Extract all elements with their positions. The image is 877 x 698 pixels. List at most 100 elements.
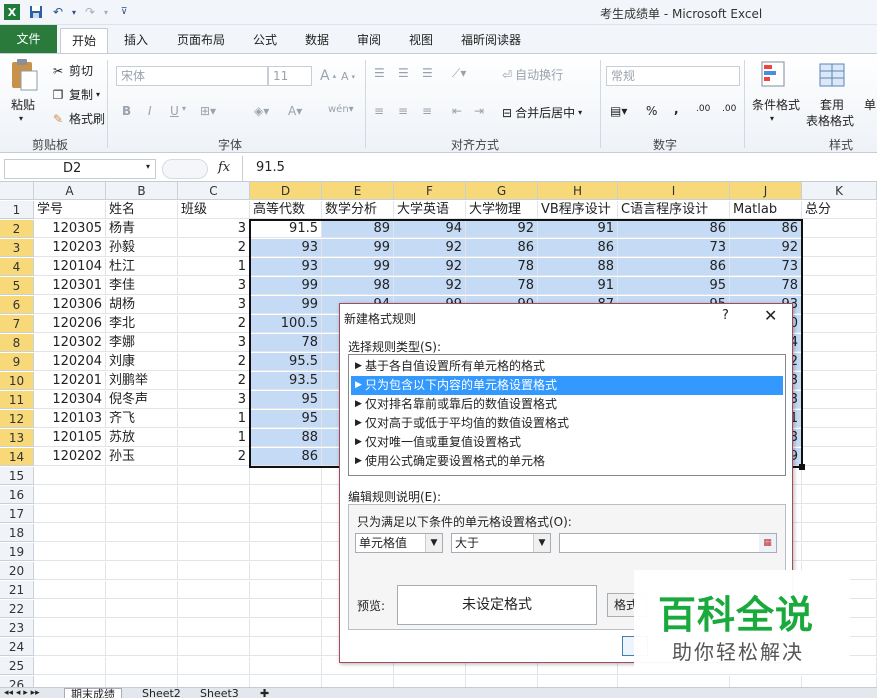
name-box[interactable]: D2	[4, 159, 156, 179]
undo-dropdown-icon[interactable]: ▾	[66, 4, 82, 20]
data-cell[interactable]	[802, 220, 877, 238]
align-center-icon[interactable]: ≡	[398, 104, 408, 118]
data-cell[interactable]: 120302	[34, 334, 106, 352]
row-header[interactable]: 18	[0, 524, 34, 542]
row-header[interactable]: 6	[0, 296, 34, 314]
data-cell[interactable]: 120206	[34, 315, 106, 333]
data-cell[interactable]	[802, 239, 877, 257]
row-header[interactable]: 22	[0, 600, 34, 618]
grid-cell[interactable]	[106, 562, 178, 580]
range-picker-icon[interactable]: ▦	[759, 534, 776, 552]
data-cell[interactable]: 2	[178, 315, 250, 333]
data-cell[interactable]: 120301	[34, 277, 106, 295]
data-cell[interactable]: 120304	[34, 391, 106, 409]
rule-type-item[interactable]: ▶ 只为包含以下内容的单元格设置格式	[351, 376, 783, 395]
data-cell[interactable]: 3	[178, 220, 250, 238]
grid-cell[interactable]	[34, 657, 106, 675]
row-header[interactable]: 10	[0, 372, 34, 390]
row-header[interactable]: 2	[0, 220, 34, 238]
border-icon[interactable]: ⊞▾	[200, 104, 216, 118]
grid-cell[interactable]	[34, 581, 106, 599]
data-cell[interactable]	[802, 277, 877, 295]
header-cell[interactable]: 总分	[802, 201, 877, 219]
data-cell[interactable]	[802, 410, 877, 428]
grid-cell[interactable]	[106, 543, 178, 561]
row-header[interactable]: 25	[0, 657, 34, 675]
operator-select[interactable]: 大于 ▼	[451, 533, 551, 553]
grid-cell[interactable]	[178, 676, 250, 687]
rule-type-item[interactable]: ▶ 使用公式确定要设置格式的单元格	[351, 452, 783, 471]
shrink-font-icon[interactable]: A ▾	[341, 70, 355, 83]
fill-handle[interactable]	[799, 464, 805, 470]
grow-font-icon[interactable]: A ▴	[320, 68, 336, 84]
bold-button[interactable]: B	[122, 104, 131, 118]
decrease-decimal-icon[interactable]: .00	[722, 104, 736, 114]
grid-cell[interactable]	[106, 524, 178, 542]
tab-home[interactable]: 开始	[60, 28, 108, 54]
data-cell[interactable]: 120204	[34, 353, 106, 371]
grid-cell[interactable]	[802, 524, 877, 542]
data-cell[interactable]: 1	[178, 410, 250, 428]
row-header[interactable]: 11	[0, 391, 34, 409]
row-header[interactable]: 3	[0, 239, 34, 257]
data-cell[interactable]: 120306	[34, 296, 106, 314]
data-cell[interactable]: 2	[178, 239, 250, 257]
grid-cell[interactable]	[34, 467, 106, 485]
font-size-box[interactable]: 11	[268, 66, 312, 86]
column-header[interactable]: F	[394, 182, 466, 200]
save-icon[interactable]	[28, 4, 44, 20]
row-header[interactable]: 20	[0, 562, 34, 580]
rule-type-item[interactable]: ▶ 仅对唯一值或重复值设置格式	[351, 433, 783, 452]
grid-cell[interactable]	[250, 676, 322, 687]
grid-cell[interactable]	[34, 505, 106, 523]
header-cell[interactable]: 大学物理	[466, 201, 538, 219]
grid-cell[interactable]	[802, 676, 877, 687]
accounting-format-icon[interactable]: ▤▾	[610, 104, 627, 118]
grid-cell[interactable]	[250, 657, 322, 675]
formula-expand-handle[interactable]	[162, 159, 208, 179]
tab-review[interactable]: 审阅	[349, 28, 389, 53]
row-header[interactable]: 9	[0, 353, 34, 371]
grid-cell[interactable]	[250, 543, 322, 561]
grid-cell[interactable]	[34, 638, 106, 656]
header-cell[interactable]: C语言程序设计	[618, 201, 730, 219]
decrease-indent-icon[interactable]: ⇤	[452, 104, 462, 118]
data-cell[interactable]	[802, 296, 877, 314]
grid-cell[interactable]	[178, 600, 250, 618]
grid-cell[interactable]	[538, 676, 618, 687]
tab-data[interactable]: 数据	[297, 28, 337, 53]
wrap-text-button[interactable]: ⏎ 自动换行	[502, 66, 563, 83]
row-header[interactable]: 7	[0, 315, 34, 333]
help-icon[interactable]: ?	[722, 308, 729, 323]
increase-indent-icon[interactable]: ⇥	[474, 104, 484, 118]
row-header[interactable]: 16	[0, 486, 34, 504]
align-bottom-icon[interactable]: ☰	[422, 66, 433, 80]
grid-cell[interactable]	[34, 676, 106, 687]
sheet-tab[interactable]: Sheet2	[136, 688, 187, 698]
grid-cell[interactable]	[250, 486, 322, 504]
phonetic-icon[interactable]: wén▾	[328, 104, 354, 115]
operand-select[interactable]: 单元格值 ▼	[355, 533, 443, 553]
grid-cell[interactable]	[178, 543, 250, 561]
data-cell[interactable]	[802, 448, 877, 466]
close-icon[interactable]: ✕	[764, 306, 777, 325]
header-cell[interactable]: 学号	[34, 201, 106, 219]
grid-cell[interactable]	[34, 524, 106, 542]
grid-cell[interactable]	[250, 619, 322, 637]
data-cell[interactable]	[802, 391, 877, 409]
data-cell[interactable]: 苏放	[106, 429, 178, 447]
data-cell[interactable]: 杨青	[106, 220, 178, 238]
data-cell[interactable]: 120104	[34, 258, 106, 276]
data-cell[interactable]: 1	[178, 429, 250, 447]
header-cell[interactable]: 数学分析	[322, 201, 394, 219]
data-cell[interactable]: 2	[178, 448, 250, 466]
data-cell[interactable]: 3	[178, 296, 250, 314]
grid-cell[interactable]	[466, 676, 538, 687]
merge-center-button[interactable]: ⊟ 合并后居中 ▾	[502, 104, 582, 121]
data-cell[interactable]: 120201	[34, 372, 106, 390]
grid-cell[interactable]	[106, 467, 178, 485]
row-header[interactable]: 17	[0, 505, 34, 523]
header-cell[interactable]: 高等代数	[250, 201, 322, 219]
name-box-dropdown-icon[interactable]: ▾	[146, 162, 150, 171]
conditional-format-button[interactable]: 条件格式	[752, 96, 800, 113]
